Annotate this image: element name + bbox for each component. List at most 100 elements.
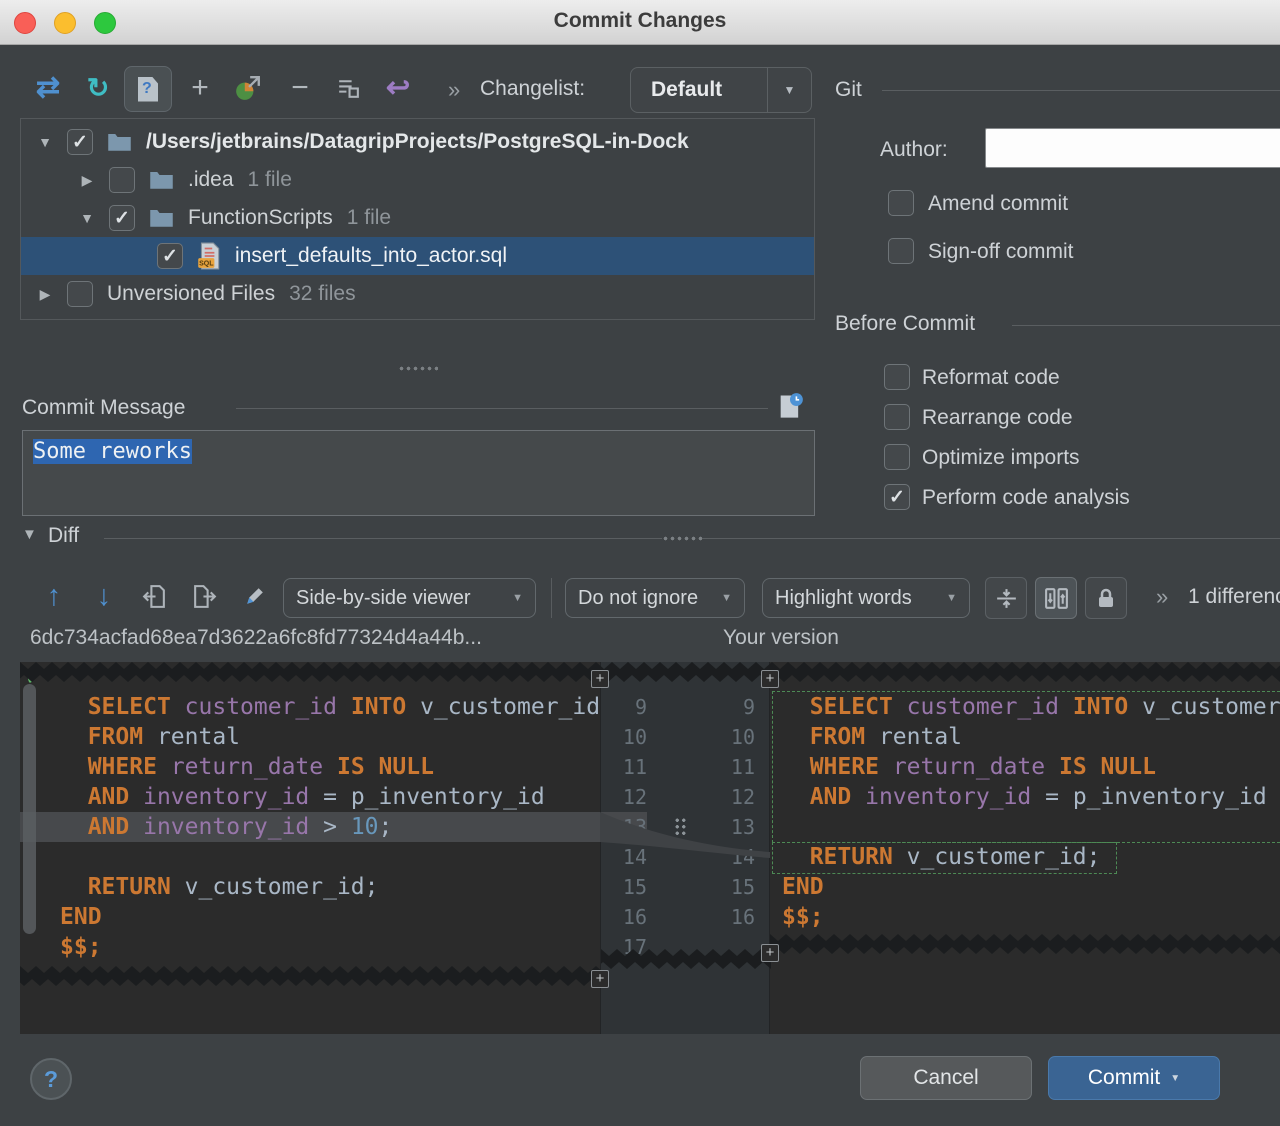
optimize-imports-checkbox[interactable]: ✓ xyxy=(884,444,910,470)
checkbox-sql-file[interactable]: ✓ xyxy=(157,243,183,269)
refresh-changes-button[interactable]: ⇄ xyxy=(28,68,68,108)
commit-changes-dialog: Commit Changes ⇄ ↻ ? + − ↩ » Changelist:… xyxy=(0,0,1280,1126)
checkbox-functionscripts[interactable]: ✓ xyxy=(109,205,135,231)
folder-icon xyxy=(149,208,174,228)
expanded-arrow-icon[interactable]: ▼ xyxy=(37,134,53,150)
tree-row-functionscripts[interactable]: ▼ ✓ FunctionScripts 1 file xyxy=(21,199,814,237)
checkbox-unversioned[interactable]: ✓ xyxy=(67,281,93,307)
collapse-lines-icon xyxy=(993,585,1020,612)
folder-icon xyxy=(107,132,132,152)
viewer-mode-dropdown[interactable]: Side-by-side viewer ▼ xyxy=(283,578,536,618)
difference-count: 1 difference xyxy=(1188,585,1280,609)
checkbox-project-root[interactable]: ✓ xyxy=(67,129,93,155)
signoff-commit-checkbox[interactable]: ✓ xyxy=(888,238,914,264)
code-line: RETURN v_customer_id; xyxy=(20,872,600,902)
folded-change-dots-icon[interactable] xyxy=(674,817,687,837)
arrow-down-icon: ↓ xyxy=(97,582,112,611)
changelist-combobox[interactable]: Default ▼ xyxy=(630,67,812,113)
pencil-icon xyxy=(241,583,268,610)
show-diff-icon xyxy=(234,74,262,102)
tree-item-label: Unversioned Files xyxy=(107,282,275,306)
reformat-code-checkbox[interactable]: ✓ xyxy=(884,364,910,390)
arrow-up-icon: ↑ xyxy=(47,582,62,611)
expand-fold-button[interactable]: + xyxy=(761,670,779,688)
tree-item-label: FunctionScripts xyxy=(188,206,333,230)
shelve-silently-button[interactable]: ? xyxy=(124,66,172,112)
rearrange-code-checkbox[interactable]: ✓ xyxy=(884,404,910,430)
changelist-details-button[interactable] xyxy=(328,68,368,108)
whitespace-policy-dropdown[interactable]: Do not ignore ▼ xyxy=(565,578,745,618)
code-line: SELECT customer_id INTO v_customer_id xyxy=(770,692,1280,722)
chevron-down-icon[interactable]: ▼ xyxy=(767,68,811,112)
changed-files-tree: ▼ ✓ /Users/jetbrains/DatagripProjects/Po… xyxy=(20,118,815,320)
undo-button[interactable]: ↩ xyxy=(378,68,418,108)
collapsed-arrow-icon[interactable]: ▶ xyxy=(79,172,95,189)
diff-collapse-arrow-icon[interactable]: ▼ xyxy=(22,526,37,543)
check-icon: ✓ xyxy=(162,247,178,266)
diff-right-pane: SELECT customer_id INTO v_customer_id FR… xyxy=(770,662,1280,1034)
previous-file-button[interactable] xyxy=(134,576,174,616)
commit-message-input[interactable]: Some reworks xyxy=(22,430,815,516)
titlebar: Commit Changes xyxy=(0,0,1280,45)
vertical-splitter-handle[interactable] xyxy=(398,366,438,371)
sql-file-icon: SQL xyxy=(197,242,221,270)
undo-icon: ↩ xyxy=(386,74,410,103)
tree-row-sql-file[interactable]: ✓ SQL insert_defaults_into_actor.sql xyxy=(21,237,814,275)
help-button[interactable]: ? xyxy=(30,1058,72,1100)
edit-source-button[interactable] xyxy=(234,576,274,616)
left-pane-scrollbar[interactable] xyxy=(23,684,36,934)
commit-message-history-button[interactable] xyxy=(772,388,808,424)
check-icon: ✓ xyxy=(889,488,905,507)
author-input[interactable] xyxy=(985,128,1280,168)
commit-button[interactable]: Commit ▼ xyxy=(1048,1056,1220,1100)
show-diff-button[interactable] xyxy=(228,68,268,108)
sql-badge-text: SQL xyxy=(199,261,214,268)
amend-commit-checkbox[interactable]: ✓ xyxy=(888,190,914,216)
gutter-row: 1515 xyxy=(601,872,769,902)
cancel-button[interactable]: Cancel xyxy=(860,1056,1032,1100)
checkbox-idea[interactable]: ✓ xyxy=(109,167,135,193)
expand-fold-button[interactable]: + xyxy=(591,670,609,688)
gutter-row: 1111 xyxy=(601,752,769,782)
help-question-mark: ? xyxy=(44,1066,58,1093)
next-file-button[interactable] xyxy=(184,576,224,616)
file-arrow-right-icon xyxy=(191,583,218,610)
viewer-mode-value: Side-by-side viewer xyxy=(296,587,471,610)
tree-row-idea[interactable]: ▶ ✓ .idea 1 file xyxy=(21,161,814,199)
optimize-imports-label: Optimize imports xyxy=(922,446,1080,470)
check-icon: ✓ xyxy=(72,133,88,152)
remove-button[interactable]: − xyxy=(280,68,320,108)
code-line: RETURN v_customer_id; xyxy=(770,842,1280,872)
message-history-icon xyxy=(776,392,804,420)
selected-text: Some reworks xyxy=(33,439,192,464)
rollback-button[interactable]: ↻ xyxy=(78,68,118,108)
expand-fold-button[interactable]: + xyxy=(591,970,609,988)
changelist-details-icon xyxy=(335,75,362,102)
question-badge: ? xyxy=(142,80,152,98)
diff-splitter-handle[interactable] xyxy=(662,536,702,541)
disable-editing-button[interactable] xyxy=(1085,577,1127,619)
minus-icon: − xyxy=(291,73,309,103)
code-analysis-checkbox[interactable]: ✓ xyxy=(884,484,910,510)
synchronize-scrolling-button[interactable] xyxy=(1035,577,1077,619)
commit-message-divider xyxy=(236,408,768,409)
diff-toolbar-overflow-chevron[interactable]: » xyxy=(1156,584,1168,610)
add-button[interactable]: + xyxy=(180,68,220,108)
next-difference-button[interactable]: ↓ xyxy=(84,576,124,616)
previous-difference-button[interactable]: ↑ xyxy=(34,576,74,616)
toolbar-separator xyxy=(551,578,552,618)
tree-row-project-root[interactable]: ▼ ✓ /Users/jetbrains/DatagripProjects/Po… xyxy=(21,123,814,161)
tree-row-unversioned[interactable]: ▶ ✓ Unversioned Files 32 files xyxy=(21,275,814,313)
rearrange-code-label: Rearrange code xyxy=(922,406,1073,430)
diff-left-pane: SELECT customer_id INTO v_customer_id FR… xyxy=(20,662,600,1034)
git-section-title: Git xyxy=(835,78,862,102)
collapsed-arrow-icon[interactable]: ▶ xyxy=(37,286,53,303)
expand-fold-button[interactable]: + xyxy=(761,944,779,962)
collapse-unchanged-button[interactable] xyxy=(985,577,1027,619)
toolbar-overflow-chevron[interactable]: » xyxy=(448,77,460,103)
expanded-arrow-icon[interactable]: ▼ xyxy=(79,210,95,226)
changelist-label: Changelist: xyxy=(480,77,585,101)
highlight-mode-dropdown[interactable]: Highlight words ▼ xyxy=(762,578,970,618)
code-line xyxy=(20,842,600,872)
chevron-down-icon: ▼ xyxy=(512,592,523,604)
